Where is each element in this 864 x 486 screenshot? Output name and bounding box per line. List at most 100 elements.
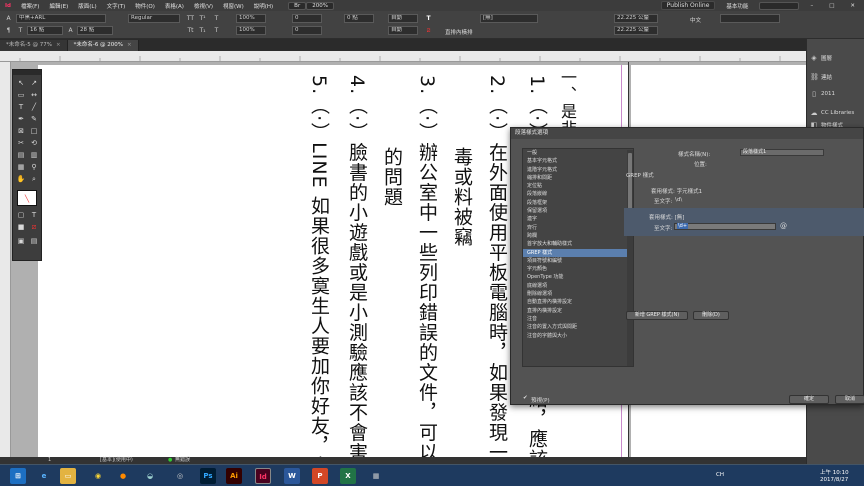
pencil-tool-icon[interactable]: ✎ — [29, 114, 39, 124]
tab-document-5[interactable]: *未命名-5 @ 77% × — [0, 40, 68, 51]
apply-color-icon[interactable]: ■ — [16, 222, 26, 232]
tab-document-6[interactable]: *未命名-6 @ 200% × — [67, 40, 139, 51]
category-item[interactable]: 保留選項 — [523, 207, 633, 215]
category-item[interactable]: 注音的置入方式與間距 — [523, 323, 633, 331]
scissors-tool-icon[interactable]: ✂ — [16, 138, 26, 148]
close-icon[interactable]: × — [56, 42, 61, 48]
publish-online-button[interactable]: Publish Online — [660, 1, 716, 10]
frame-tool-icon[interactable]: ⊠ — [16, 126, 26, 136]
word-icon[interactable]: W — [284, 468, 300, 484]
uppercase-icon[interactable]: TT — [186, 14, 195, 23]
internet-explorer-icon[interactable]: e — [36, 468, 52, 484]
kerning-field[interactable]: 0 — [292, 26, 322, 35]
status-style[interactable]: [基本](使用中) — [100, 457, 133, 464]
category-item[interactable]: 項目符號和編號 — [523, 257, 633, 265]
category-item[interactable]: 連字 — [523, 215, 633, 223]
width-field-1[interactable]: 22.225 公釐 — [614, 14, 658, 23]
underline-icon[interactable]: T — [212, 14, 221, 23]
minimize-icon[interactable]: – — [805, 3, 818, 9]
text-column-q4[interactable]: 4.（·）臉書的小遊戲或是小測驗應該不會害 — [346, 75, 368, 462]
category-item[interactable]: OpenType 功能 — [523, 273, 633, 281]
subscript-icon[interactable]: T₁ — [198, 26, 207, 35]
category-item[interactable]: 段落框架 — [523, 199, 633, 207]
note-tool-icon[interactable]: ▦ — [16, 162, 26, 172]
text-column-q2[interactable]: 2.（·）在外面使用平板電腦時，如果發現一 — [486, 75, 508, 462]
zoom-tool-icon[interactable]: ⌕ — [29, 174, 39, 184]
ruby-field[interactable]: [無] — [480, 14, 538, 23]
dock-item-links[interactable]: ⛓ 連結 — [810, 70, 832, 84]
file-explorer-icon[interactable]: ▭ — [60, 468, 76, 484]
page-number[interactable]: 1 — [48, 457, 51, 464]
workspace-switcher[interactable]: 基本功能 — [721, 2, 753, 10]
category-item[interactable]: 一般 — [523, 149, 633, 157]
no-fill-icon[interactable]: ⧄ — [424, 26, 433, 35]
category-item[interactable]: 齊行 — [523, 224, 633, 232]
baseline-field[interactable]: 0 點 — [344, 14, 374, 23]
menu-view[interactable]: 檢視(V) — [189, 2, 218, 10]
bridge-button[interactable]: Br — [288, 1, 307, 10]
superscript-icon[interactable]: T¹ — [198, 14, 207, 23]
text-column-q3[interactable]: 3.（·）辦公室中一些列印錯誤的文件，可以 — [416, 75, 438, 462]
text-frame-icon[interactable]: T — [424, 14, 433, 23]
category-item[interactable]: 注音的字體與大小 — [523, 332, 633, 340]
vertical-ruler[interactable] — [0, 62, 11, 464]
font-style-field[interactable]: Regular — [128, 14, 180, 23]
category-item[interactable]: 自動直排內橫排設定 — [523, 298, 633, 306]
new-grep-style-button[interactable]: 新增 GREP 樣式(N) — [626, 311, 688, 320]
dock-item-layers[interactable]: ◈ 圖層 — [810, 51, 832, 65]
category-item[interactable]: 段落嵌線 — [523, 190, 633, 198]
view-mode-icon[interactable]: ▣ — [16, 236, 26, 246]
apply-style-2-label[interactable]: 套用樣式: [無] — [649, 213, 684, 221]
gap-tool-icon[interactable]: ↔ — [29, 90, 39, 100]
horizontal-scale-field[interactable]: 100% — [236, 26, 266, 35]
formatting-container-icon[interactable]: ▢ — [16, 210, 26, 220]
text-column-q5[interactable]: 5.（·）LINE 如果很多寞生人要加你好友，表 — [308, 75, 330, 464]
direct-selection-tool-icon[interactable]: ↗ — [29, 78, 39, 88]
chrome-icon[interactable]: ◉ — [90, 468, 106, 484]
menu-help[interactable]: 說明(H) — [249, 2, 278, 10]
tools-panel-header[interactable] — [13, 70, 41, 75]
language-label[interactable]: 中文 — [690, 16, 701, 24]
category-item-grep-selected[interactable]: GREP 樣式 — [523, 248, 633, 257]
width-field-2[interactable]: 22.225 公釐 — [614, 26, 658, 35]
selection-tool-icon[interactable]: ↖ — [16, 78, 26, 88]
aki-field[interactable]: 自動 — [388, 14, 418, 23]
scrollbar-thumb[interactable] — [628, 153, 632, 213]
gradient-feather-tool-icon[interactable]: ▥ — [29, 150, 39, 160]
category-scrollbar[interactable] — [627, 150, 633, 366]
clock-date[interactable]: 2017/8/27 — [820, 477, 848, 483]
menu-type[interactable]: 文字(T) — [102, 2, 131, 10]
indesign-logo[interactable]: Id — [0, 3, 16, 9]
character-mode-icon[interactable]: A — [4, 14, 13, 23]
fill-stroke-icon[interactable]: ╲ — [17, 190, 37, 206]
gradient-tool-icon[interactable]: ▤ — [16, 150, 26, 160]
maximize-icon[interactable]: □ — [824, 3, 839, 9]
category-item[interactable]: 底線選項 — [523, 282, 633, 290]
excel-icon[interactable]: X — [340, 468, 356, 484]
category-item[interactable]: 定位點 — [523, 182, 633, 190]
menu-window[interactable]: 視窗(W) — [218, 2, 249, 10]
category-item[interactable]: 首字放大和輔助樣式 — [523, 240, 633, 248]
to-text-1-value[interactable]: \d\ — [675, 197, 682, 203]
photoshop-icon[interactable]: Ps — [200, 468, 216, 484]
firefox-icon[interactable]: ● — [115, 468, 131, 484]
transform-tool-icon[interactable]: ⟲ — [29, 138, 39, 148]
illustrator-icon[interactable]: Ai — [226, 468, 242, 484]
app-icon[interactable]: ◒ — [142, 468, 158, 484]
font-size-field[interactable]: 16 點 — [27, 26, 63, 35]
leading-field[interactable]: 28 點 — [77, 26, 113, 35]
page-tool-icon[interactable]: ▭ — [16, 90, 26, 100]
style-name-input[interactable]: 段落樣式1 — [740, 149, 824, 156]
category-item[interactable]: 縮排和間距 — [523, 174, 633, 182]
category-item[interactable]: 刪除線選項 — [523, 290, 633, 298]
font-family-field[interactable]: 中黑+ARL — [16, 14, 106, 23]
language-dropdown[interactable] — [720, 14, 780, 23]
apply-none-icon[interactable]: ⧄ — [29, 222, 39, 232]
tracking-field[interactable]: 0 — [292, 14, 322, 23]
category-item[interactable]: 跨欄 — [523, 232, 633, 240]
menu-edit[interactable]: 編輯(E) — [44, 2, 73, 10]
category-item[interactable]: 字元顏色 — [523, 265, 633, 273]
powerpoint-icon[interactable]: P — [312, 468, 328, 484]
menu-object[interactable]: 物件(O) — [130, 2, 160, 10]
pen-tool-icon[interactable]: ✒ — [16, 114, 26, 124]
